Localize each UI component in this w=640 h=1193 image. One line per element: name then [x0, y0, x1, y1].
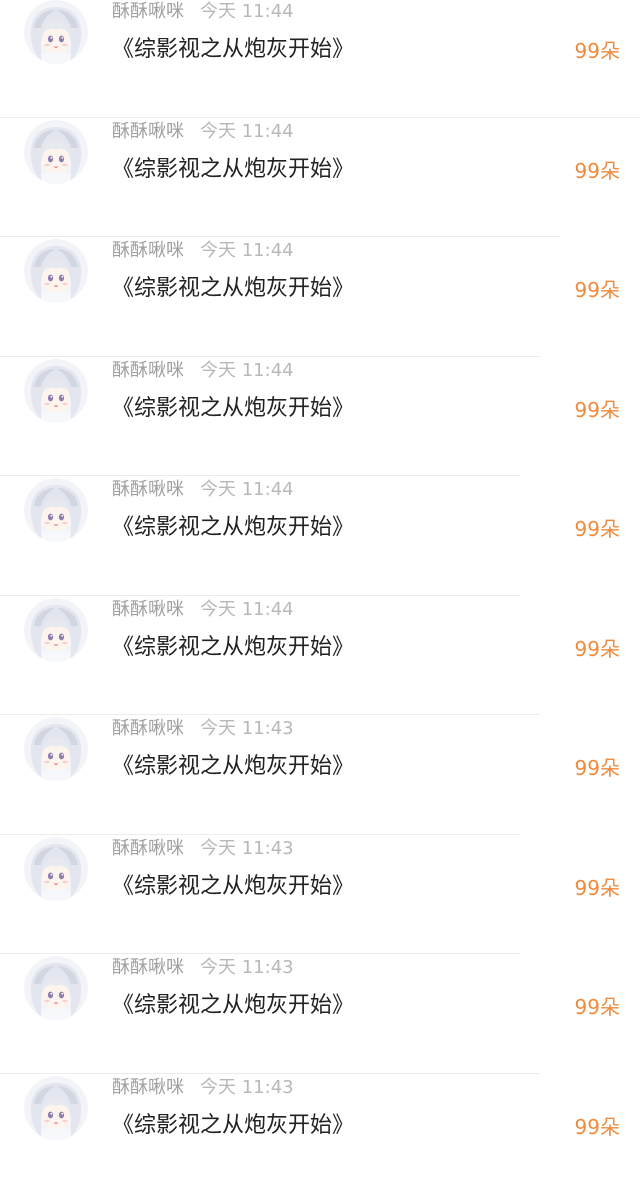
message-text: 《综影视之从炮灰开始》 [112, 872, 354, 902]
gift-count: 99朵 [575, 634, 620, 664]
timestamp: 今天 11:44 [200, 121, 294, 142]
anime-girl-avatar-icon [24, 1076, 88, 1140]
list-item[interactable]: 酥酥啾咪今天 11:44 《综影视之从炮灰开始》 99朵 [0, 0, 640, 118]
message-meta: 酥酥啾咪今天 11:44 [112, 238, 294, 264]
timestamp: 今天 11:43 [200, 838, 294, 859]
anime-girl-avatar-icon [24, 598, 88, 662]
gift-count: 99朵 [575, 873, 620, 903]
list-item[interactable]: 酥酥啾咪今天 11:44 《综影视之从炮灰开始》 99朵 [0, 596, 640, 716]
username[interactable]: 酥酥啾咪 [112, 479, 184, 500]
avatar[interactable] [24, 1076, 88, 1140]
gift-count: 99朵 [575, 156, 620, 186]
anime-girl-avatar-icon [24, 0, 88, 64]
message-text: 《综影视之从炮灰开始》 [112, 752, 354, 782]
message-text: 《综影视之从炮灰开始》 [112, 155, 354, 185]
message-text: 《综影视之从炮灰开始》 [112, 991, 354, 1021]
message-meta: 酥酥啾咪今天 11:43 [112, 955, 294, 981]
gift-count: 99朵 [575, 395, 620, 425]
username[interactable]: 酥酥啾咪 [112, 957, 184, 978]
username[interactable]: 酥酥啾咪 [112, 1077, 184, 1098]
message-meta: 酥酥啾咪今天 11:44 [112, 477, 294, 503]
list-item[interactable]: 酥酥啾咪今天 11:43 《综影视之从炮灰开始》 99朵 [0, 954, 640, 1074]
message-text: 《综影视之从炮灰开始》 [112, 394, 354, 424]
message-meta: 酥酥啾咪今天 11:43 [112, 716, 294, 742]
avatar[interactable] [24, 120, 88, 184]
gift-count: 99朵 [575, 992, 620, 1022]
timestamp: 今天 11:43 [200, 718, 294, 739]
avatar[interactable] [24, 359, 88, 423]
message-text: 《综影视之从炮灰开始》 [112, 1111, 354, 1141]
username[interactable]: 酥酥啾咪 [112, 1, 184, 22]
timestamp: 今天 11:44 [200, 1, 294, 22]
username[interactable]: 酥酥啾咪 [112, 121, 184, 142]
timestamp: 今天 11:44 [200, 479, 294, 500]
gift-count: 99朵 [575, 1112, 620, 1142]
timestamp: 今天 11:44 [200, 240, 294, 261]
gift-count: 99朵 [575, 275, 620, 305]
username[interactable]: 酥酥啾咪 [112, 838, 184, 859]
message-meta: 酥酥啾咪今天 11:44 [112, 597, 294, 623]
list-item[interactable]: 酥酥啾咪今天 11:44 《综影视之从炮灰开始》 99朵 [0, 357, 640, 477]
message-text: 《综影视之从炮灰开始》 [112, 513, 354, 543]
list-item[interactable]: 酥酥啾咪今天 11:43 《综影视之从炮灰开始》 99朵 [0, 835, 640, 955]
message-text: 《综影视之从炮灰开始》 [112, 35, 354, 65]
gift-count: 99朵 [575, 514, 620, 544]
username[interactable]: 酥酥啾咪 [112, 599, 184, 620]
anime-girl-avatar-icon [24, 120, 88, 184]
avatar[interactable] [24, 0, 88, 64]
message-text: 《综影视之从炮灰开始》 [112, 274, 354, 304]
message-meta: 酥酥啾咪今天 11:43 [112, 1075, 294, 1101]
username[interactable]: 酥酥啾咪 [112, 718, 184, 739]
username[interactable]: 酥酥啾咪 [112, 240, 184, 261]
username[interactable]: 酥酥啾咪 [112, 360, 184, 381]
message-text: 《综影视之从炮灰开始》 [112, 633, 354, 663]
message-meta: 酥酥啾咪今天 11:44 [112, 0, 294, 25]
anime-girl-avatar-icon [24, 717, 88, 781]
timestamp: 今天 11:44 [200, 360, 294, 381]
list-item[interactable]: 酥酥啾咪今天 11:43 《综影视之从炮灰开始》 99朵 [0, 1074, 640, 1193]
list-item[interactable]: 酥酥啾咪今天 11:44 《综影视之从炮灰开始》 99朵 [0, 237, 640, 357]
message-meta: 酥酥啾咪今天 11:44 [112, 119, 294, 145]
anime-girl-avatar-icon [24, 837, 88, 901]
timestamp: 今天 11:43 [200, 957, 294, 978]
timestamp: 今天 11:44 [200, 599, 294, 620]
timestamp: 今天 11:43 [200, 1077, 294, 1098]
avatar[interactable] [24, 717, 88, 781]
message-meta: 酥酥啾咪今天 11:43 [112, 836, 294, 862]
avatar[interactable] [24, 956, 88, 1020]
list-item[interactable]: 酥酥啾咪今天 11:44 《综影视之从炮灰开始》 99朵 [0, 476, 640, 596]
anime-girl-avatar-icon [24, 956, 88, 1020]
gift-count: 99朵 [575, 36, 620, 66]
list-item[interactable]: 酥酥啾咪今天 11:44 《综影视之从炮灰开始》 99朵 [0, 118, 640, 238]
avatar[interactable] [24, 239, 88, 303]
avatar[interactable] [24, 478, 88, 542]
anime-girl-avatar-icon [24, 478, 88, 542]
message-meta: 酥酥啾咪今天 11:44 [112, 358, 294, 384]
anime-girl-avatar-icon [24, 239, 88, 303]
gift-count: 99朵 [575, 753, 620, 783]
avatar[interactable] [24, 837, 88, 901]
list-item[interactable]: 酥酥啾咪今天 11:43 《综影视之从炮灰开始》 99朵 [0, 715, 640, 835]
anime-girl-avatar-icon [24, 359, 88, 423]
avatar[interactable] [24, 598, 88, 662]
